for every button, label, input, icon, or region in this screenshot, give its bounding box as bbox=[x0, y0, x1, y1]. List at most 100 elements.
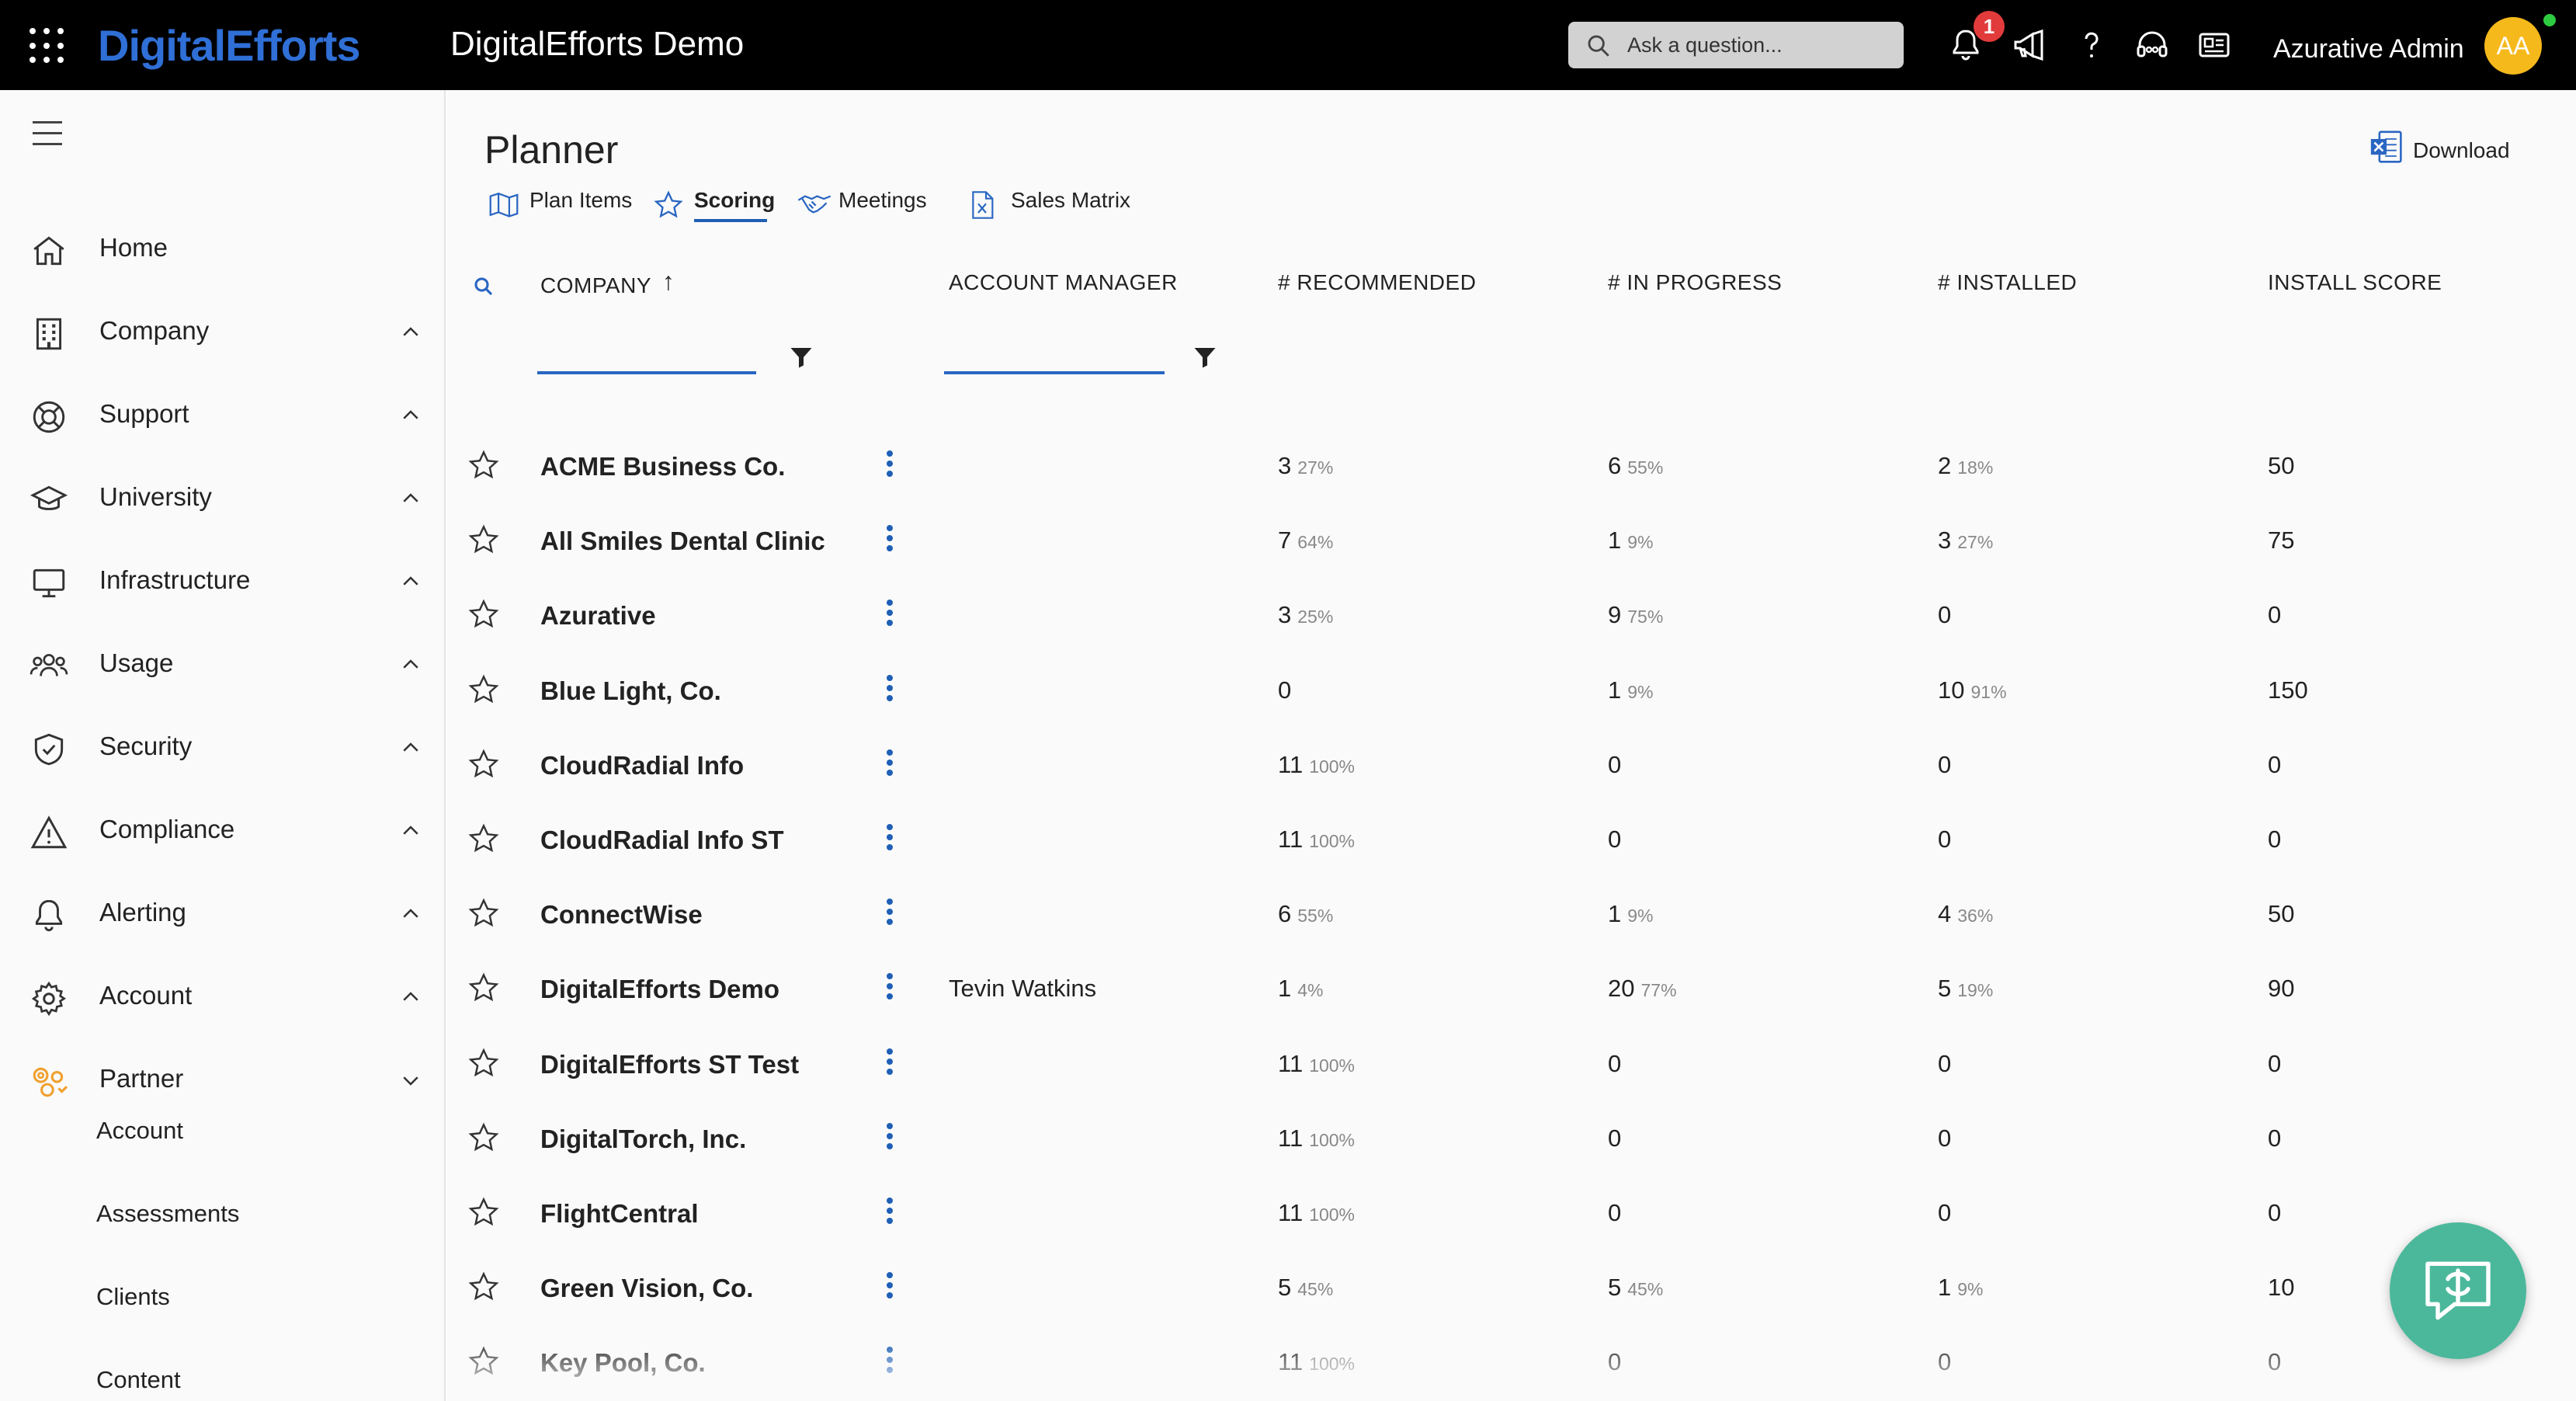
sidebar-item-home[interactable]: Home bbox=[0, 217, 446, 280]
table-row[interactable]: ConnectWise 6 55% 1 9% 4 36% 50 bbox=[447, 875, 2576, 950]
row-more-icon[interactable] bbox=[882, 1198, 897, 1229]
row-more-icon[interactable] bbox=[882, 674, 897, 706]
company-name[interactable]: Azurative bbox=[540, 601, 656, 631]
row-more-icon[interactable] bbox=[882, 1122, 897, 1154]
table-row[interactable]: DigitalEfforts Demo Tevin Watkins 1 4% 20… bbox=[447, 950, 2576, 1024]
company-name[interactable]: ConnectWise bbox=[540, 900, 703, 930]
sidebar-item-partner[interactable]: Partner bbox=[0, 1048, 446, 1111]
company-name[interactable]: Green Vision, Co. bbox=[540, 1274, 753, 1303]
table-row[interactable]: DigitalEfforts ST Test 11 100% 0 0 0 bbox=[447, 1025, 2576, 1100]
table-row[interactable]: CloudRadial Info 11 100% 0 0 0 bbox=[447, 726, 2576, 801]
sidebar-item-alerting[interactable]: Alerting bbox=[0, 882, 446, 944]
table-row[interactable]: Green Vision, Co. 5 45% 5 45% 1 9% 10 bbox=[447, 1249, 2576, 1323]
filter-icon[interactable] bbox=[1191, 343, 1219, 371]
favorite-star-icon[interactable] bbox=[467, 1121, 500, 1154]
favorite-star-icon[interactable] bbox=[467, 972, 500, 1004]
company-name[interactable]: CloudRadial Info bbox=[540, 751, 744, 780]
favorite-star-icon[interactable] bbox=[467, 1047, 500, 1079]
favorite-star-icon[interactable] bbox=[467, 598, 500, 631]
table-row[interactable]: Blue Light, Co. 0 1 9% 10 91% 150 bbox=[447, 652, 2576, 726]
chevron-down-icon[interactable] bbox=[399, 1069, 422, 1092]
favorite-star-icon[interactable] bbox=[467, 449, 500, 481]
chevron-up-icon[interactable] bbox=[399, 321, 422, 344]
search-icon[interactable] bbox=[472, 275, 495, 298]
partner-sub-item-content[interactable]: Content bbox=[96, 1366, 181, 1394]
company-name[interactable]: CloudRadial Info ST bbox=[540, 826, 783, 855]
chevron-up-icon[interactable] bbox=[399, 570, 422, 593]
ask-question-input[interactable] bbox=[1627, 30, 1891, 61]
favorite-star-icon[interactable] bbox=[467, 673, 500, 706]
megaphone-icon[interactable] bbox=[2011, 26, 2048, 64]
headset-icon[interactable] bbox=[2133, 26, 2171, 64]
row-more-icon[interactable] bbox=[882, 824, 897, 855]
chat-assistant-button[interactable] bbox=[2390, 1222, 2526, 1359]
chevron-up-icon[interactable] bbox=[399, 902, 422, 926]
row-more-icon[interactable] bbox=[882, 749, 897, 780]
row-more-icon[interactable] bbox=[882, 525, 897, 556]
company-name[interactable]: Blue Light, Co. bbox=[540, 676, 721, 706]
ask-question-box[interactable] bbox=[1568, 22, 1904, 68]
column-header-installed[interactable]: # INSTALLED bbox=[1938, 270, 2077, 295]
partner-sub-item-clients[interactable]: Clients bbox=[96, 1283, 170, 1311]
favorite-star-icon[interactable] bbox=[467, 748, 500, 780]
chevron-up-icon[interactable] bbox=[399, 986, 422, 1009]
sidebar-item-infrastructure[interactable]: Infrastructure bbox=[0, 550, 446, 612]
filter-icon[interactable] bbox=[787, 343, 815, 371]
sidebar-item-account[interactable]: Account bbox=[0, 965, 446, 1027]
favorite-star-icon[interactable] bbox=[467, 897, 500, 930]
company-name[interactable]: DigitalTorch, Inc. bbox=[540, 1125, 746, 1154]
company-name[interactable]: FlightCentral bbox=[540, 1199, 699, 1229]
partner-sub-item-account[interactable]: Account bbox=[96, 1117, 183, 1145]
column-header-recommended[interactable]: # RECOMMENDED bbox=[1278, 270, 1476, 295]
table-row[interactable]: DigitalTorch, Inc. 11 100% 0 0 0 bbox=[447, 1100, 2576, 1174]
sort-ascending-icon[interactable]: ↑ bbox=[662, 267, 675, 295]
favorite-star-icon[interactable] bbox=[467, 1196, 500, 1229]
favorite-star-icon[interactable] bbox=[467, 1271, 500, 1303]
chevron-up-icon[interactable] bbox=[399, 653, 422, 676]
favorite-star-icon[interactable] bbox=[467, 523, 500, 556]
lifebuoy-icon bbox=[33, 401, 65, 433]
row-more-icon[interactable] bbox=[882, 899, 897, 930]
user-name[interactable]: Azurative Admin bbox=[2273, 34, 2464, 64]
menu-toggle-icon[interactable] bbox=[33, 121, 62, 154]
column-header-account-manager[interactable]: ACCOUNT MANAGER bbox=[949, 270, 1178, 295]
company-filter-input[interactable] bbox=[537, 337, 756, 371]
sidebar-item-company[interactable]: Company bbox=[0, 301, 446, 363]
company-name[interactable]: All Smiles Dental Clinic bbox=[540, 527, 825, 556]
sidebar-item-security[interactable]: Security bbox=[0, 716, 446, 778]
sidebar-item-university[interactable]: University bbox=[0, 467, 446, 529]
row-more-icon[interactable] bbox=[882, 450, 897, 481]
company-name[interactable]: DigitalEfforts ST Test bbox=[540, 1050, 799, 1079]
chevron-up-icon[interactable] bbox=[399, 487, 422, 510]
column-header-install-score[interactable]: INSTALL SCORE bbox=[2268, 270, 2442, 295]
help-icon[interactable] bbox=[2073, 26, 2110, 64]
column-header-company[interactable]: COMPANY ↑ bbox=[540, 267, 675, 299]
row-more-icon[interactable] bbox=[882, 1272, 897, 1303]
chevron-up-icon[interactable] bbox=[399, 819, 422, 843]
column-header-in-progress[interactable]: # IN PROGRESS bbox=[1608, 270, 1782, 295]
sidebar-item-label: Partner bbox=[99, 1064, 184, 1093]
table-row[interactable]: FlightCentral 11 100% 0 0 0 bbox=[447, 1174, 2576, 1249]
table-row[interactable]: ACME Business Co. 3 27% 6 55% 2 18% 50 bbox=[447, 427, 2576, 502]
table-row[interactable]: All Smiles Dental Clinic 7 64% 1 9% 3 27% 7… bbox=[447, 502, 2576, 576]
favorite-star-icon[interactable] bbox=[467, 822, 500, 855]
partner-sub-item-assessments[interactable]: Assessments bbox=[96, 1200, 239, 1228]
chevron-up-icon[interactable] bbox=[399, 736, 422, 760]
company-name[interactable]: DigitalEfforts Demo bbox=[540, 975, 779, 1004]
brand-logo[interactable]: DigitalEfforts bbox=[98, 20, 361, 71]
company-name[interactable]: ACME Business Co. bbox=[540, 452, 785, 481]
chat-assistant-icon bbox=[2425, 1261, 2491, 1320]
app-launcher-icon[interactable] bbox=[30, 28, 65, 64]
table-row[interactable]: CloudRadial Info ST 11 100% 0 0 0 bbox=[447, 801, 2576, 875]
avatar[interactable]: AA bbox=[2484, 17, 2542, 75]
sidebar-item-compliance[interactable]: Compliance bbox=[0, 799, 446, 861]
sidebar-item-support[interactable]: Support bbox=[0, 384, 446, 446]
account-manager-filter-input[interactable] bbox=[944, 337, 1165, 371]
row-more-icon[interactable] bbox=[882, 973, 897, 1004]
row-more-icon[interactable] bbox=[882, 600, 897, 631]
news-icon[interactable] bbox=[2196, 26, 2233, 64]
sidebar-item-usage[interactable]: Usage bbox=[0, 633, 446, 695]
row-more-icon[interactable] bbox=[882, 1048, 897, 1079]
table-row[interactable]: Azurative 3 25% 9 75% 0 0 bbox=[447, 576, 2576, 651]
chevron-up-icon[interactable] bbox=[399, 404, 422, 427]
